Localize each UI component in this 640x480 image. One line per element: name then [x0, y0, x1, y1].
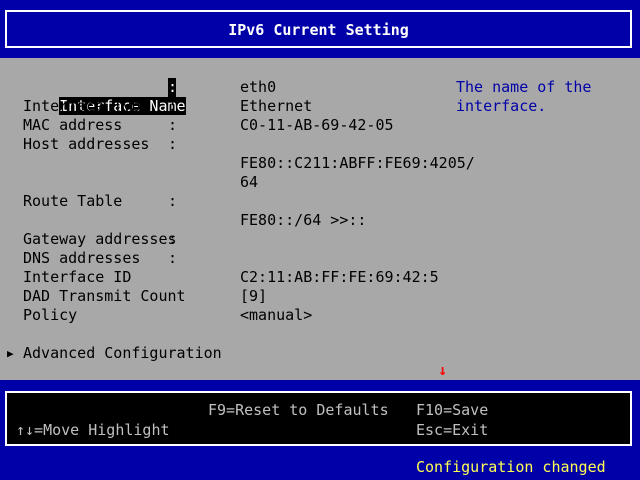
- scroll-down-arrow-icon: ↓: [438, 361, 448, 379]
- help-text-line2: interface.: [456, 97, 547, 115]
- field-value-route-table: FE80::/64 >>::: [240, 211, 367, 229]
- save-hint: F10=Save: [416, 401, 489, 419]
- field-label-mac-address[interactable]: MAC address: [23, 116, 122, 135]
- field-value-policy[interactable]: <manual>: [240, 306, 312, 325]
- key-help-bar: F9=Reset to Defaults F10=Save ↑↓=Move Hi…: [5, 391, 632, 446]
- title-bar: IPv6 Current Setting: [5, 10, 632, 48]
- field-colon: :: [168, 78, 178, 97]
- status-message: Configuration changed: [416, 458, 606, 476]
- field-value-host-addresses-line1: FE80::C211:ABFF:FE69:4205/: [240, 154, 475, 172]
- field-label-dad-transmit-count[interactable]: DAD Transmit Count: [23, 287, 186, 306]
- field-colon: :: [168, 97, 178, 115]
- field-label-interface-type[interactable]: Interface Type: [23, 97, 149, 116]
- field-colon: :: [168, 230, 178, 248]
- page-title: IPv6 Current Setting: [228, 21, 409, 39]
- field-label-gateway-addresses[interactable]: Gateway addresses: [23, 230, 177, 249]
- settings-panel: Interface Name : eth0 Interface Type : E…: [0, 58, 640, 380]
- field-value-interface-type: Ethernet: [240, 97, 313, 115]
- field-colon: :: [168, 116, 178, 134]
- field-colon: :: [168, 249, 178, 267]
- field-label-route-table[interactable]: Route Table: [23, 192, 122, 211]
- help-text-line1: The name of the: [456, 78, 592, 96]
- reset-defaults-hint: F9=Reset to Defaults: [208, 401, 389, 419]
- move-highlight-hint: ↑↓=Move Highlight: [16, 421, 170, 439]
- field-label-dns-addresses[interactable]: DNS addresses: [23, 249, 140, 268]
- field-label-interface-id[interactable]: Interface ID: [23, 268, 131, 287]
- field-value-interface-id: C2:11:AB:FF:FE:69:42:5: [240, 268, 439, 286]
- field-label-host-addresses[interactable]: Host addresses: [23, 135, 149, 154]
- expand-arrow-icon: ▶: [7, 347, 14, 360]
- advanced-configuration-link[interactable]: Advanced Configuration: [23, 344, 222, 363]
- exit-hint: Esc=Exit: [416, 421, 489, 439]
- field-value-mac-address: C0-11-AB-69-42-05: [240, 116, 394, 134]
- field-value-host-addresses-line2: 64: [240, 173, 259, 191]
- field-value-interface-name: eth0: [240, 78, 277, 96]
- field-value-dad-transmit-count[interactable]: [9]: [240, 287, 267, 306]
- field-label-policy[interactable]: Policy: [23, 306, 77, 325]
- field-colon: :: [168, 192, 178, 210]
- field-colon: :: [168, 135, 178, 153]
